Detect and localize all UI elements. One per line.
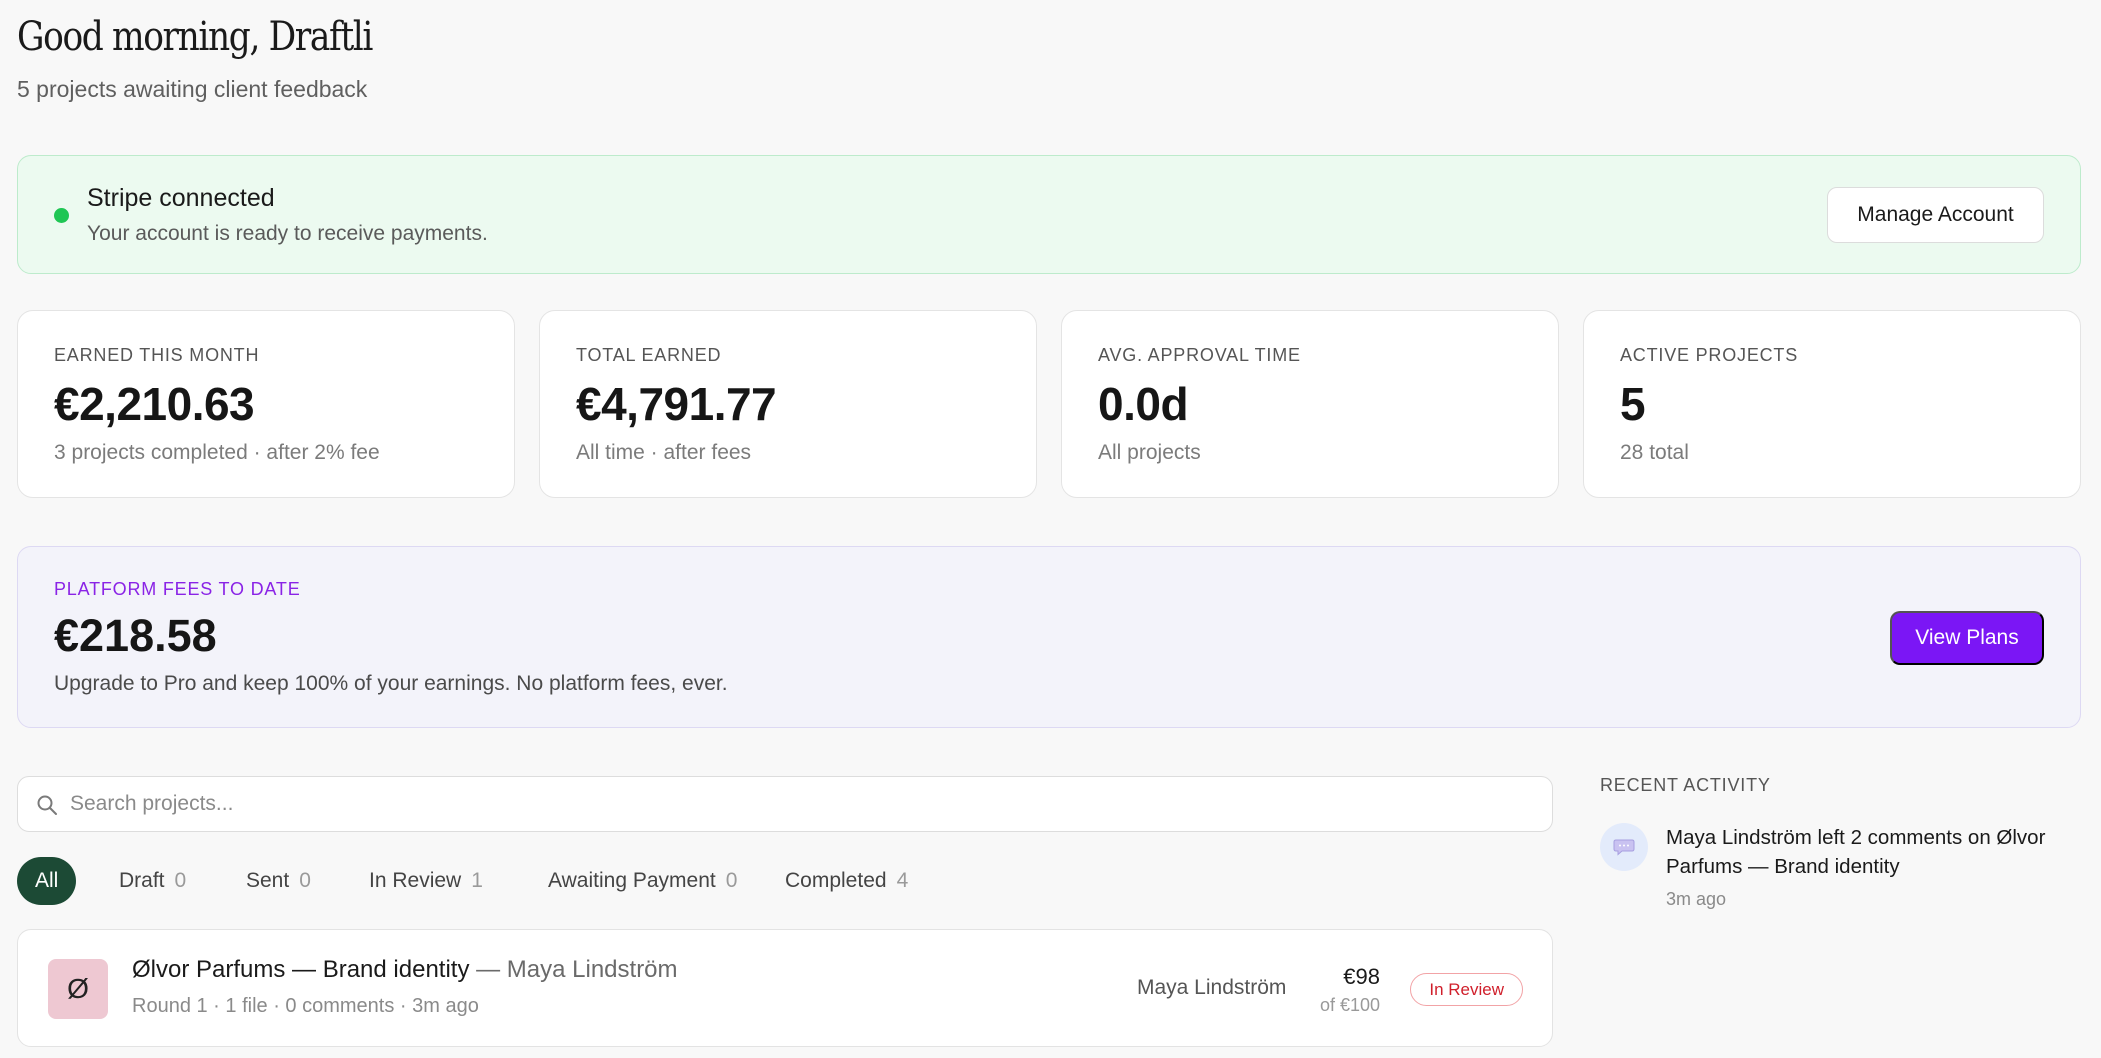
- stat-subtext: 28 total: [1620, 441, 1689, 464]
- filter-tab-count: 4: [896, 869, 909, 892]
- status-badge: In Review: [1410, 973, 1523, 1006]
- stat-card-earned-this-month: EARNED THIS MONTH €2,210.63 3 projects c…: [17, 310, 515, 498]
- filter-tab-completed[interactable]: Completed 4: [767, 857, 926, 905]
- status-dot-icon: [54, 208, 69, 223]
- filter-tab-count: 0: [299, 869, 311, 892]
- fees-label: PLATFORM FEES TO DATE: [54, 579, 301, 599]
- stat-subtext: 3 projects completed · after 2% fee: [54, 441, 380, 464]
- search-icon: [37, 795, 57, 815]
- filter-tab-sent[interactable]: Sent 0: [228, 857, 329, 905]
- platform-fees-banner: PLATFORM FEES TO DATE €218.58 Upgrade to…: [17, 546, 2081, 728]
- filter-tab-awaiting-payment[interactable]: Awaiting Payment 0: [530, 857, 755, 905]
- filter-tab-label: Completed: [785, 869, 887, 892]
- recent-activity-panel: RECENT ACTIVITY Maya Lindström left 2 co…: [1600, 775, 2090, 909]
- project-total: of €100: [1319, 995, 1380, 1015]
- stripe-description: Your account is ready to receive payment…: [87, 222, 488, 245]
- stat-value: €2,210.63: [54, 378, 255, 430]
- filter-tab-label: Sent: [246, 869, 290, 892]
- stat-label: ACTIVE PROJECTS: [1620, 345, 1799, 365]
- filter-tab-label: All: [35, 869, 59, 892]
- stat-card-active-projects: ACTIVE PROJECTS 5 28 total: [1583, 310, 2081, 498]
- filter-tab-label: In Review: [369, 869, 462, 892]
- activity-time: 3m ago: [1666, 889, 1727, 909]
- recent-activity-heading: RECENT ACTIVITY: [1600, 775, 1771, 795]
- project-client: — Maya Lindström: [469, 956, 678, 983]
- stat-value: €4,791.77: [576, 378, 777, 430]
- stat-value: 5: [1620, 378, 1646, 430]
- filter-tab-label: Awaiting Payment: [548, 869, 716, 892]
- project-avatar: Ø: [48, 959, 108, 1019]
- stat-subtext: All time · after fees: [576, 441, 752, 464]
- project-row[interactable]: Ø Ølvor Parfums — Brand identity — Maya …: [17, 929, 1553, 1047]
- search-bar[interactable]: [17, 776, 1553, 832]
- filter-tab-draft[interactable]: Draft 0: [101, 857, 204, 905]
- page-title: Good morning, Draftli: [17, 14, 373, 60]
- stats-cards: EARNED THIS MONTH €2,210.63 3 projects c…: [17, 310, 2081, 498]
- project-client-name: Maya Lindström: [1137, 976, 1287, 999]
- stat-value: 0.0d: [1098, 378, 1189, 430]
- stripe-status-banner: Stripe connected Your account is ready t…: [17, 155, 2081, 274]
- project-meta: Round 1 · 1 file · 0 comments · 3m ago: [132, 995, 479, 1017]
- stat-label: TOTAL EARNED: [576, 345, 722, 365]
- filter-tab-all[interactable]: All: [17, 857, 77, 905]
- comment-icon: [1600, 823, 1648, 871]
- fees-value: €218.58: [54, 610, 217, 661]
- stat-card-avg-approval-time: AVG. APPROVAL TIME 0.0d All projects: [1061, 310, 1559, 498]
- filter-tab-count: 0: [174, 869, 187, 892]
- stripe-title: Stripe connected: [87, 184, 275, 212]
- search-input[interactable]: [70, 785, 1530, 823]
- filter-tab-count: 0: [725, 869, 738, 892]
- activity-text: Maya Lindström left 2 comments on Ølvor …: [1666, 826, 2046, 878]
- filter-tab-label: Draft: [119, 869, 165, 892]
- manage-account-button[interactable]: Manage Account: [1827, 187, 2044, 243]
- stat-label: AVG. APPROVAL TIME: [1098, 345, 1301, 365]
- filter-tab-in-review[interactable]: In Review 1: [351, 857, 501, 905]
- filter-tab-count: 1: [471, 869, 483, 892]
- stat-card-total-earned: TOTAL EARNED €4,791.77 All time · after …: [539, 310, 1037, 498]
- project-amount: €98: [1343, 964, 1380, 989]
- fees-description: Upgrade to Pro and keep 100% of your ear…: [54, 672, 728, 695]
- project-title: Ølvor Parfums — Brand identity — Maya Li…: [132, 956, 678, 984]
- stat-label: EARNED THIS MONTH: [54, 345, 260, 365]
- project-name: Ølvor Parfums — Brand identity: [132, 956, 470, 983]
- page-subtitle: 5 projects awaiting client feedback: [17, 76, 368, 102]
- view-plans-button[interactable]: View Plans: [1890, 611, 2044, 665]
- stat-subtext: All projects: [1098, 441, 1201, 464]
